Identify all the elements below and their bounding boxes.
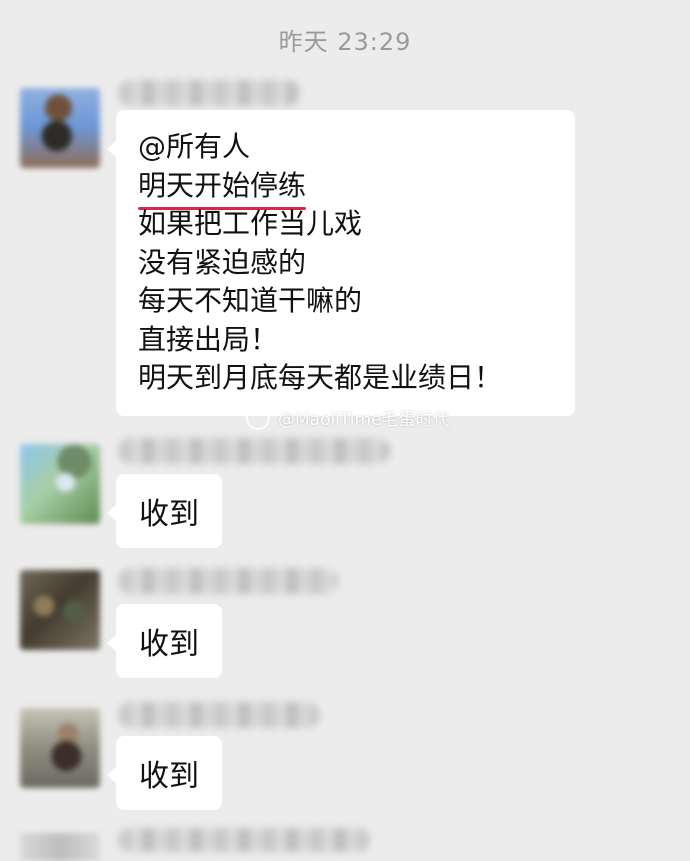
avatar[interactable] — [20, 570, 100, 650]
watermark: @MaoliTime毛蛋时代 — [246, 403, 450, 430]
reply-bubble[interactable]: 收到 — [107, 474, 222, 548]
message-bubble[interactable]: @所有人 明天开始停练 如果把工作当儿戏 没有紧迫感的 每天不知道干嘛的 直接出… — [107, 110, 575, 416]
sender-name-blurred — [118, 80, 300, 106]
sender-name-blurred — [118, 702, 320, 728]
avatar[interactable] — [20, 708, 100, 788]
message-line-7: 明天到月底每天都是业绩日！ — [138, 361, 503, 394]
message-line-mention: @所有人 — [138, 130, 251, 163]
sender-name-blurred — [118, 828, 370, 852]
message-line-5: 每天不知道干嘛的 — [138, 284, 363, 317]
reply-text: 收到 — [139, 759, 199, 794]
avatar[interactable] — [20, 444, 100, 524]
reply-text: 收到 — [139, 627, 199, 662]
message-line-4: 没有紧迫感的 — [138, 245, 307, 279]
avatar[interactable] — [20, 833, 100, 861]
highlighted-text: 明天开始停练 — [138, 167, 307, 210]
sender-name-blurred — [118, 568, 338, 594]
sender-name-blurred — [118, 438, 390, 464]
reply-bubble[interactable]: 收到 — [107, 604, 222, 678]
message-line-6: 直接出局！ — [138, 322, 279, 356]
avatar[interactable] — [20, 88, 100, 168]
weibo-icon — [246, 403, 272, 430]
message-line-highlighted: 明天开始停练 — [138, 167, 575, 210]
reply-bubble[interactable]: 收到 — [107, 736, 222, 810]
watermark-text: @MaoliTime毛蛋时代 — [278, 410, 450, 430]
chat-timestamp: 昨天 23:29 — [278, 28, 412, 56]
reply-text: 收到 — [139, 497, 199, 532]
message-line-3: 如果把工作当儿戏 — [138, 207, 363, 240]
